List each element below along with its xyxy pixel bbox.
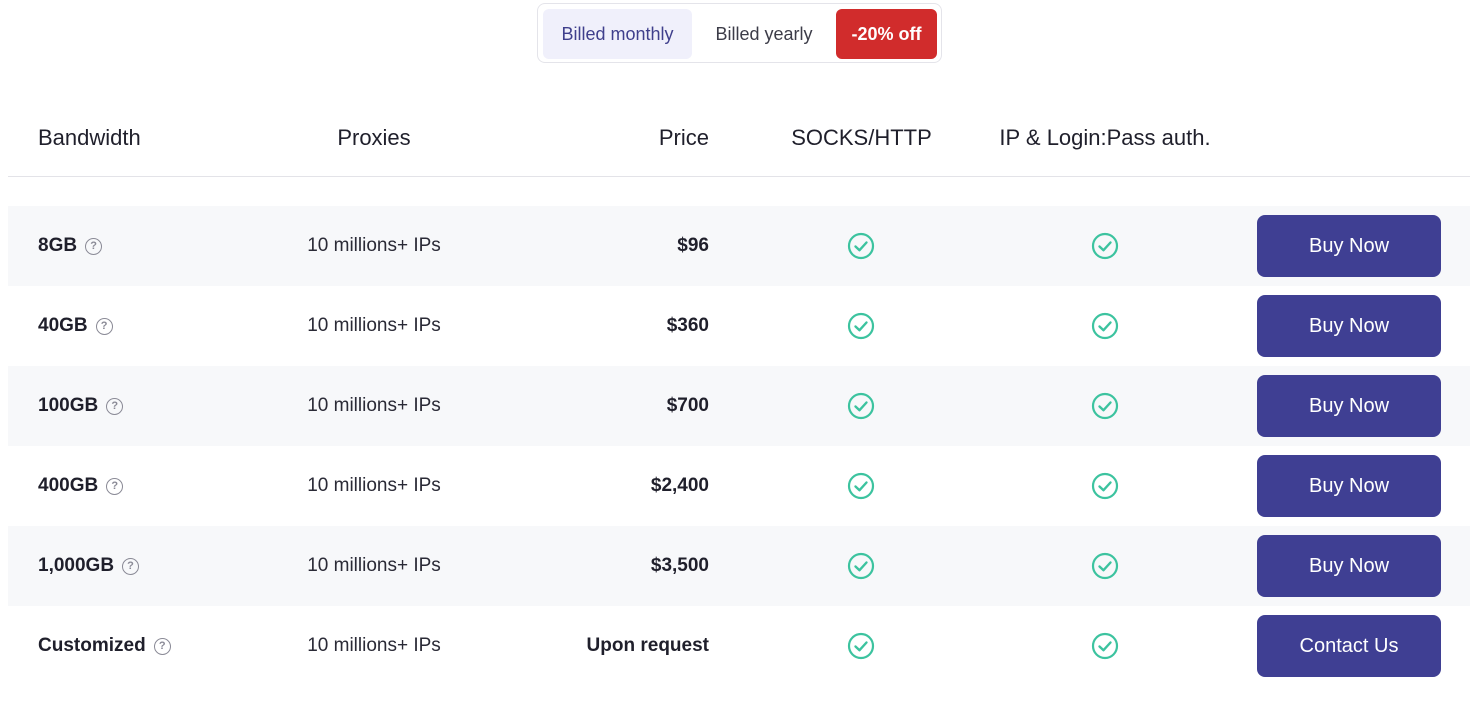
bandwidth-cell: 1,000GB? — [38, 526, 140, 606]
socks-http-check-icon — [846, 366, 876, 446]
pricing-page: Billed monthly Billed yearly -20% off Ba… — [0, 0, 1471, 717]
bandwidth-value: Customized — [38, 635, 146, 656]
bandwidth-cell: 40GB? — [38, 286, 113, 366]
header-proxies: Proxies — [337, 125, 411, 150]
action-cell: Buy Now — [1257, 286, 1441, 366]
bandwidth-value: 40GB — [38, 315, 88, 336]
help-circle-icon[interactable]: ? — [95, 317, 113, 335]
billed-yearly-option[interactable]: Billed yearly — [698, 9, 830, 59]
help-circle-icon[interactable]: ? — [122, 557, 140, 575]
price-value: $700 — [666, 395, 709, 416]
proxies-value: 10 millions+ IPs — [307, 555, 441, 576]
bandwidth-value: 400GB — [38, 475, 99, 496]
header-price: Price — [658, 125, 709, 150]
bandwidth-cell: Customized? — [38, 606, 171, 686]
action-cell: Buy Now — [1257, 206, 1441, 286]
table-row: 40GB? 10 millions+ IPs $360 Buy Now — [8, 286, 1470, 366]
auth-check-icon — [1090, 366, 1120, 446]
price-value: $2,400 — [650, 475, 709, 496]
header-socks-http: SOCKS/HTTP — [791, 125, 932, 150]
bandwidth-value: 100GB — [38, 395, 99, 416]
bandwidth-value: 1,000GB — [38, 555, 115, 576]
proxies-value: 10 millions+ IPs — [307, 315, 441, 336]
socks-http-check-icon — [846, 286, 876, 366]
table-row: 1,000GB? 10 millions+ IPs $3,500 Buy Now — [8, 526, 1470, 606]
bandwidth-cell: 100GB? — [38, 366, 124, 446]
price-value: Upon request — [586, 635, 709, 656]
buy-now-button[interactable]: Buy Now — [1257, 455, 1441, 517]
table-row: 100GB? 10 millions+ IPs $700 Buy Now — [8, 366, 1470, 446]
auth-check-icon — [1090, 286, 1120, 366]
buy-now-button[interactable]: Buy Now — [1257, 375, 1441, 437]
header-bandwidth: Bandwidth — [38, 125, 141, 150]
table-row: 8GB? 10 millions+ IPs $96 Buy Now — [8, 206, 1470, 286]
buy-now-button[interactable]: Buy Now — [1257, 295, 1441, 357]
help-circle-icon[interactable]: ? — [153, 637, 171, 655]
auth-check-icon — [1090, 206, 1120, 286]
header-auth: IP & Login:Pass auth. — [999, 125, 1211, 150]
proxies-value: 10 millions+ IPs — [307, 395, 441, 416]
price-value: $360 — [666, 315, 709, 336]
buy-now-button[interactable]: Buy Now — [1257, 215, 1441, 277]
proxies-value: 10 millions+ IPs — [307, 635, 441, 656]
price-value: $3,500 — [650, 555, 709, 576]
pricing-table-body: 8GB? 10 millions+ IPs $96 Buy Now 40GB? 10 mi… — [8, 206, 1470, 686]
discount-badge[interactable]: -20% off — [836, 9, 937, 59]
billed-monthly-option[interactable]: Billed monthly — [543, 9, 692, 59]
proxies-value: 10 millions+ IPs — [307, 475, 441, 496]
price-value: $96 — [677, 235, 709, 256]
bandwidth-value: 8GB — [38, 235, 78, 256]
auth-check-icon — [1090, 606, 1120, 686]
pricing-table-header: Bandwidth Proxies Price SOCKS/HTTP IP & … — [8, 100, 1470, 177]
help-circle-icon[interactable]: ? — [106, 477, 124, 495]
help-circle-icon[interactable]: ? — [106, 397, 124, 415]
bandwidth-cell: 400GB? — [38, 446, 124, 526]
auth-check-icon — [1090, 446, 1120, 526]
socks-http-check-icon — [846, 526, 876, 606]
action-cell: Buy Now — [1257, 366, 1441, 446]
socks-http-check-icon — [846, 606, 876, 686]
action-cell: Buy Now — [1257, 526, 1441, 606]
bandwidth-cell: 8GB? — [38, 206, 103, 286]
contact-us-button[interactable]: Contact Us — [1257, 615, 1441, 677]
socks-http-check-icon — [846, 206, 876, 286]
buy-now-button[interactable]: Buy Now — [1257, 535, 1441, 597]
auth-check-icon — [1090, 526, 1120, 606]
action-cell: Contact Us — [1257, 606, 1441, 686]
socks-http-check-icon — [846, 446, 876, 526]
table-row: 400GB? 10 millions+ IPs $2,400 Buy Now — [8, 446, 1470, 526]
table-row: Customized? 10 millions+ IPs Upon request C… — [8, 606, 1470, 686]
help-circle-icon[interactable]: ? — [85, 237, 103, 255]
proxies-value: 10 millions+ IPs — [307, 235, 441, 256]
billing-toggle: Billed monthly Billed yearly -20% off — [537, 3, 942, 63]
action-cell: Buy Now — [1257, 446, 1441, 526]
